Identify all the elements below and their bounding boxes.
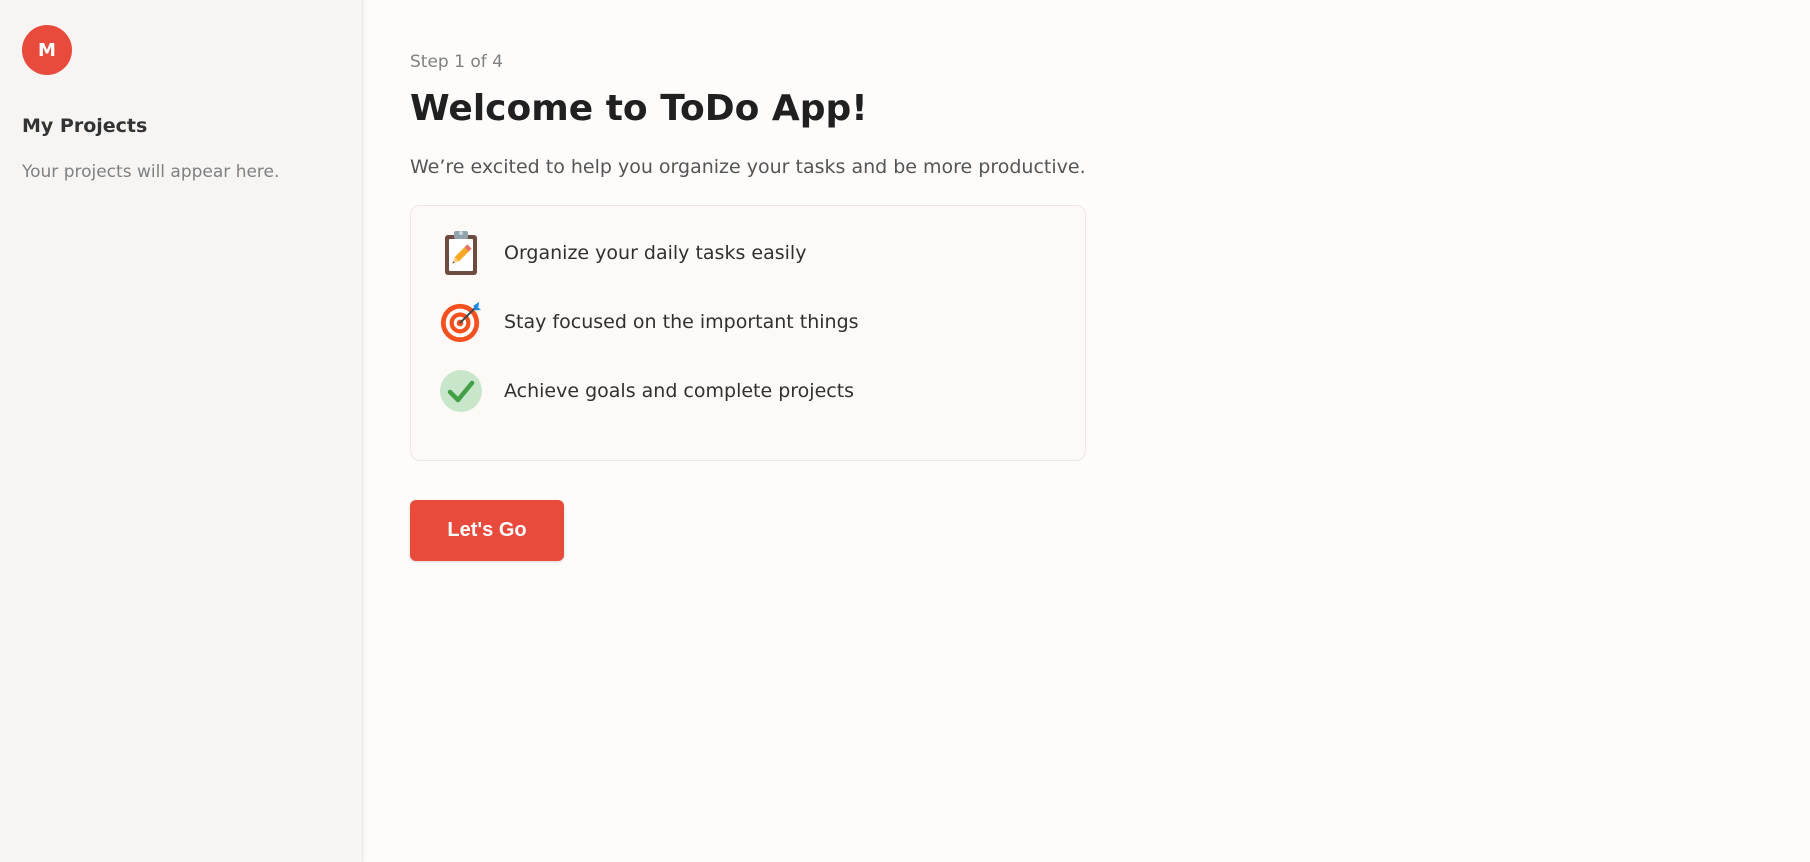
feature-text: Organize your daily tasks easily <box>504 242 807 264</box>
feature-list-card: Organize your daily tasks easily Stay fo… <box>410 205 1086 461</box>
target-icon <box>439 300 483 344</box>
checkmark-icon <box>439 369 483 413</box>
app-window: M My Projects Your projects will appear … <box>0 0 1810 862</box>
sidebar: M My Projects Your projects will appear … <box>0 0 363 862</box>
step-indicator: Step 1 of 4 <box>410 52 503 72</box>
page-subtitle: We’re excited to help you organize your … <box>410 156 1086 178</box>
feature-text: Achieve goals and complete projects <box>504 380 855 402</box>
page-title: Welcome to ToDo App! <box>410 88 868 129</box>
feature-item: Organize your daily tasks easily <box>439 231 806 275</box>
feature-item: Stay focused on the important things <box>439 300 859 344</box>
feature-item: Achieve goals and complete projects <box>439 369 854 413</box>
projects-empty-message: Your projects will appear here. <box>22 162 280 182</box>
sidebar-title: My Projects <box>22 115 148 137</box>
avatar[interactable]: M <box>22 25 72 75</box>
feature-text: Stay focused on the important things <box>504 311 859 333</box>
lets-go-button[interactable]: Let's Go <box>410 500 564 561</box>
clipboard-icon <box>439 231 483 275</box>
